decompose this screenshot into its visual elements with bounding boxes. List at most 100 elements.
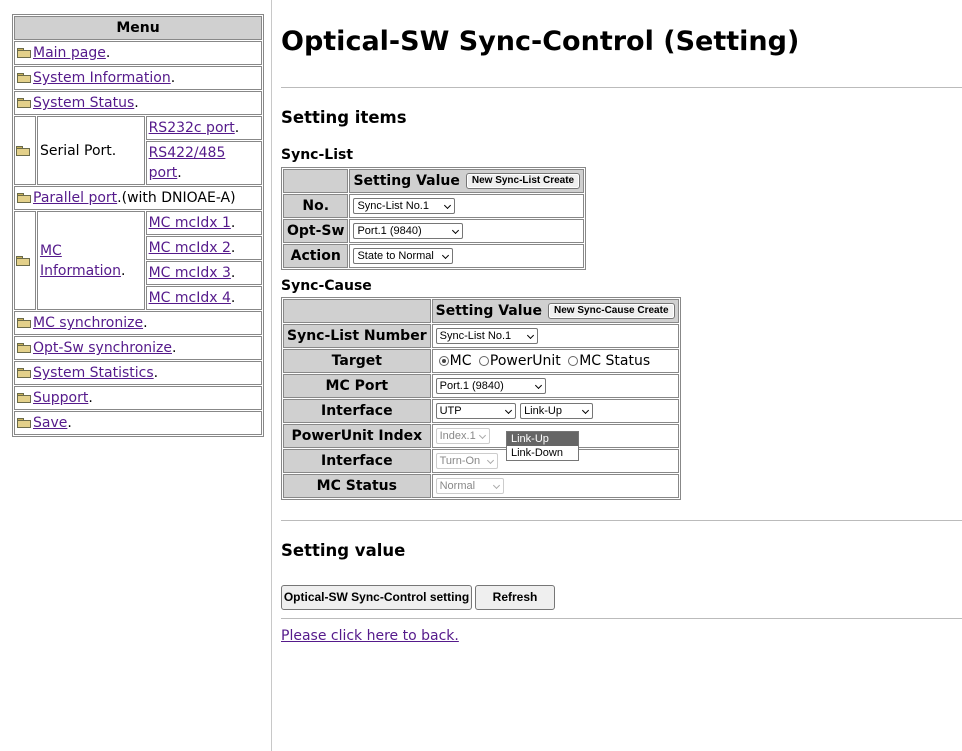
mc-information-line1: MC xyxy=(39,242,62,259)
mc-idx-4-link[interactable]: MC mcIdx 4 xyxy=(149,290,231,306)
refresh-button[interactable]: Refresh xyxy=(475,585,555,610)
opt-sw-select[interactable]: Port.1 (9840) xyxy=(353,223,464,239)
menu-dot: . xyxy=(105,45,111,61)
rs232c-port-link[interactable]: RS232c port xyxy=(149,120,235,136)
action-select[interactable]: State to Normal xyxy=(353,248,454,264)
menu-dot: . xyxy=(177,165,182,181)
interface-label: Interface xyxy=(283,399,431,423)
mc-status-cell: Normal xyxy=(431,474,679,498)
menu-item-mc-idx-3: MC mcIdx 3. xyxy=(145,261,262,285)
sync-list-heading: Sync-List xyxy=(281,147,354,163)
folder-icon xyxy=(16,145,30,156)
action-cell: State to Normal xyxy=(349,244,585,268)
target-mc-status-radio[interactable] xyxy=(568,356,579,366)
opt-sw-label: Opt-Sw xyxy=(283,219,349,243)
mc-port-select[interactable]: Port.1 (9840) xyxy=(435,378,546,394)
menu-dot: . xyxy=(230,290,236,306)
menu-item-parallel-port: Parallel port.(with DNIOAE-A) xyxy=(14,186,262,210)
sync-list-no-cell: Sync-List No.1 xyxy=(349,194,585,218)
mc-information-line2: Information xyxy=(39,262,121,279)
sync-list-number-label: Sync-List Number xyxy=(283,324,431,348)
menu-item-system-statistics: System Statistics. xyxy=(14,361,262,385)
menu-dot: . xyxy=(143,315,148,331)
powerunit-index-select[interactable]: Index.1 xyxy=(435,428,490,444)
menu-folder-cell xyxy=(14,116,36,185)
mc-idx-2-link[interactable]: MC mcIdx 2 xyxy=(149,240,231,256)
mc-port-cell: Port.1 (9840) xyxy=(431,374,679,398)
link-state-select[interactable]: Link-Up xyxy=(520,403,594,419)
dropdown-option-link-up[interactable]: Link-Up xyxy=(507,432,578,446)
new-sync-cause-create-button[interactable]: New Sync-Cause Create xyxy=(548,303,675,319)
menu-dot: . xyxy=(230,265,236,281)
menu-item-system-information: System Information. xyxy=(14,66,262,90)
menu-item-main-page: Main page. xyxy=(14,41,262,65)
main-content-frame: Optical-SW Sync-Control (Setting) Settin… xyxy=(281,0,962,751)
parallel-port-link[interactable]: Parallel port xyxy=(33,190,117,206)
system-statistics-link[interactable]: System Statistics xyxy=(33,365,154,381)
setting-value-heading: Setting value xyxy=(281,541,406,560)
save-link[interactable]: Save xyxy=(33,415,67,431)
target-mc-radio[interactable] xyxy=(438,356,449,366)
dropdown-option-link-down[interactable]: Link-Down xyxy=(507,446,578,460)
target-label: Target xyxy=(283,349,431,373)
system-status-link[interactable]: System Status xyxy=(33,95,134,111)
menu-item-mc-information: MC Information. xyxy=(36,211,145,310)
folder-icon xyxy=(17,97,31,108)
interface-cell: UTP Link-Up xyxy=(431,399,679,423)
menu-dot: . xyxy=(172,340,177,356)
folder-icon xyxy=(17,342,31,353)
opt-sw-cell: Port.1 (9840) xyxy=(349,219,585,243)
optical-sw-sync-control-setting-button[interactable]: Optical-SW Sync-Control setting xyxy=(281,585,472,610)
serial-port-label: Serial Port. xyxy=(36,116,145,185)
divider xyxy=(281,87,962,88)
menu-dot: . xyxy=(230,240,236,256)
link-state-dropdown-list: Link-Up Link-Down xyxy=(506,431,579,461)
main-page-link[interactable]: Main page xyxy=(33,45,106,61)
menu-dot: . xyxy=(230,215,236,231)
divider xyxy=(281,618,962,619)
mc-port-label: MC Port xyxy=(283,374,431,398)
rs422-485-port-link[interactable]: RS422/485 port xyxy=(149,145,226,181)
menu-dot: . xyxy=(134,95,139,111)
opt-sw-synchronize-link[interactable]: Opt-Sw synchronize xyxy=(33,340,172,356)
sync-list-no-select[interactable]: Sync-List No.1 xyxy=(353,198,456,214)
mc-status-select[interactable]: Normal xyxy=(435,478,504,494)
target-powerunit-label: PowerUnit xyxy=(489,353,561,369)
sync-cause-corner xyxy=(283,299,431,323)
menu-dot: . xyxy=(88,390,93,406)
folder-icon xyxy=(17,417,31,428)
divider xyxy=(281,520,962,521)
back-link[interactable]: Please click here to back. xyxy=(281,628,459,644)
folder-icon xyxy=(17,367,31,378)
rs422-485-line1: RS422/485 xyxy=(148,145,226,161)
interface2-select[interactable]: Turn-On xyxy=(435,453,498,469)
setting-items-heading: Setting items xyxy=(281,108,407,127)
mc-idx-3-link[interactable]: MC mcIdx 3 xyxy=(149,265,231,281)
mc-idx-1-link[interactable]: MC mcIdx 1 xyxy=(149,215,231,231)
sync-list-number-select[interactable]: Sync-List No.1 xyxy=(435,328,538,344)
folder-icon xyxy=(17,72,31,83)
folder-icon xyxy=(17,47,31,58)
menu-folder-cell xyxy=(14,211,36,310)
sync-cause-table: Setting Value New Sync-Cause Create Sync-… xyxy=(281,297,681,500)
mc-synchronize-link[interactable]: MC synchronize xyxy=(33,315,143,331)
target-powerunit-radio[interactable] xyxy=(478,356,489,366)
system-information-link[interactable]: System Information xyxy=(33,70,171,86)
sync-list-corner xyxy=(283,169,349,193)
action-label: Action xyxy=(283,244,349,268)
mc-information-link[interactable]: MC Information xyxy=(40,243,121,279)
menu-item-opt-sw-synchronize: Opt-Sw synchronize. xyxy=(14,336,262,360)
menu-dot: . xyxy=(121,262,126,279)
support-link[interactable]: Support xyxy=(33,390,88,406)
new-sync-list-create-button[interactable]: New Sync-List Create xyxy=(465,173,581,189)
menu-table: Menu Main page. System Information. Syst… xyxy=(12,14,264,437)
menu-item-mc-idx-1: MC mcIdx 1. xyxy=(145,211,262,235)
sync-cause-heading: Sync-Cause xyxy=(281,278,372,294)
sync-list-no-label: No. xyxy=(283,194,349,218)
folder-icon xyxy=(17,192,31,203)
target-cell: MC PowerUnit MC Status xyxy=(431,349,679,373)
menu-dot: . xyxy=(170,70,176,86)
interface-select[interactable]: UTP xyxy=(435,403,516,419)
powerunit-index-label: PowerUnit Index xyxy=(283,424,431,448)
sync-cause-header: Setting Value New Sync-Cause Create xyxy=(431,299,679,323)
